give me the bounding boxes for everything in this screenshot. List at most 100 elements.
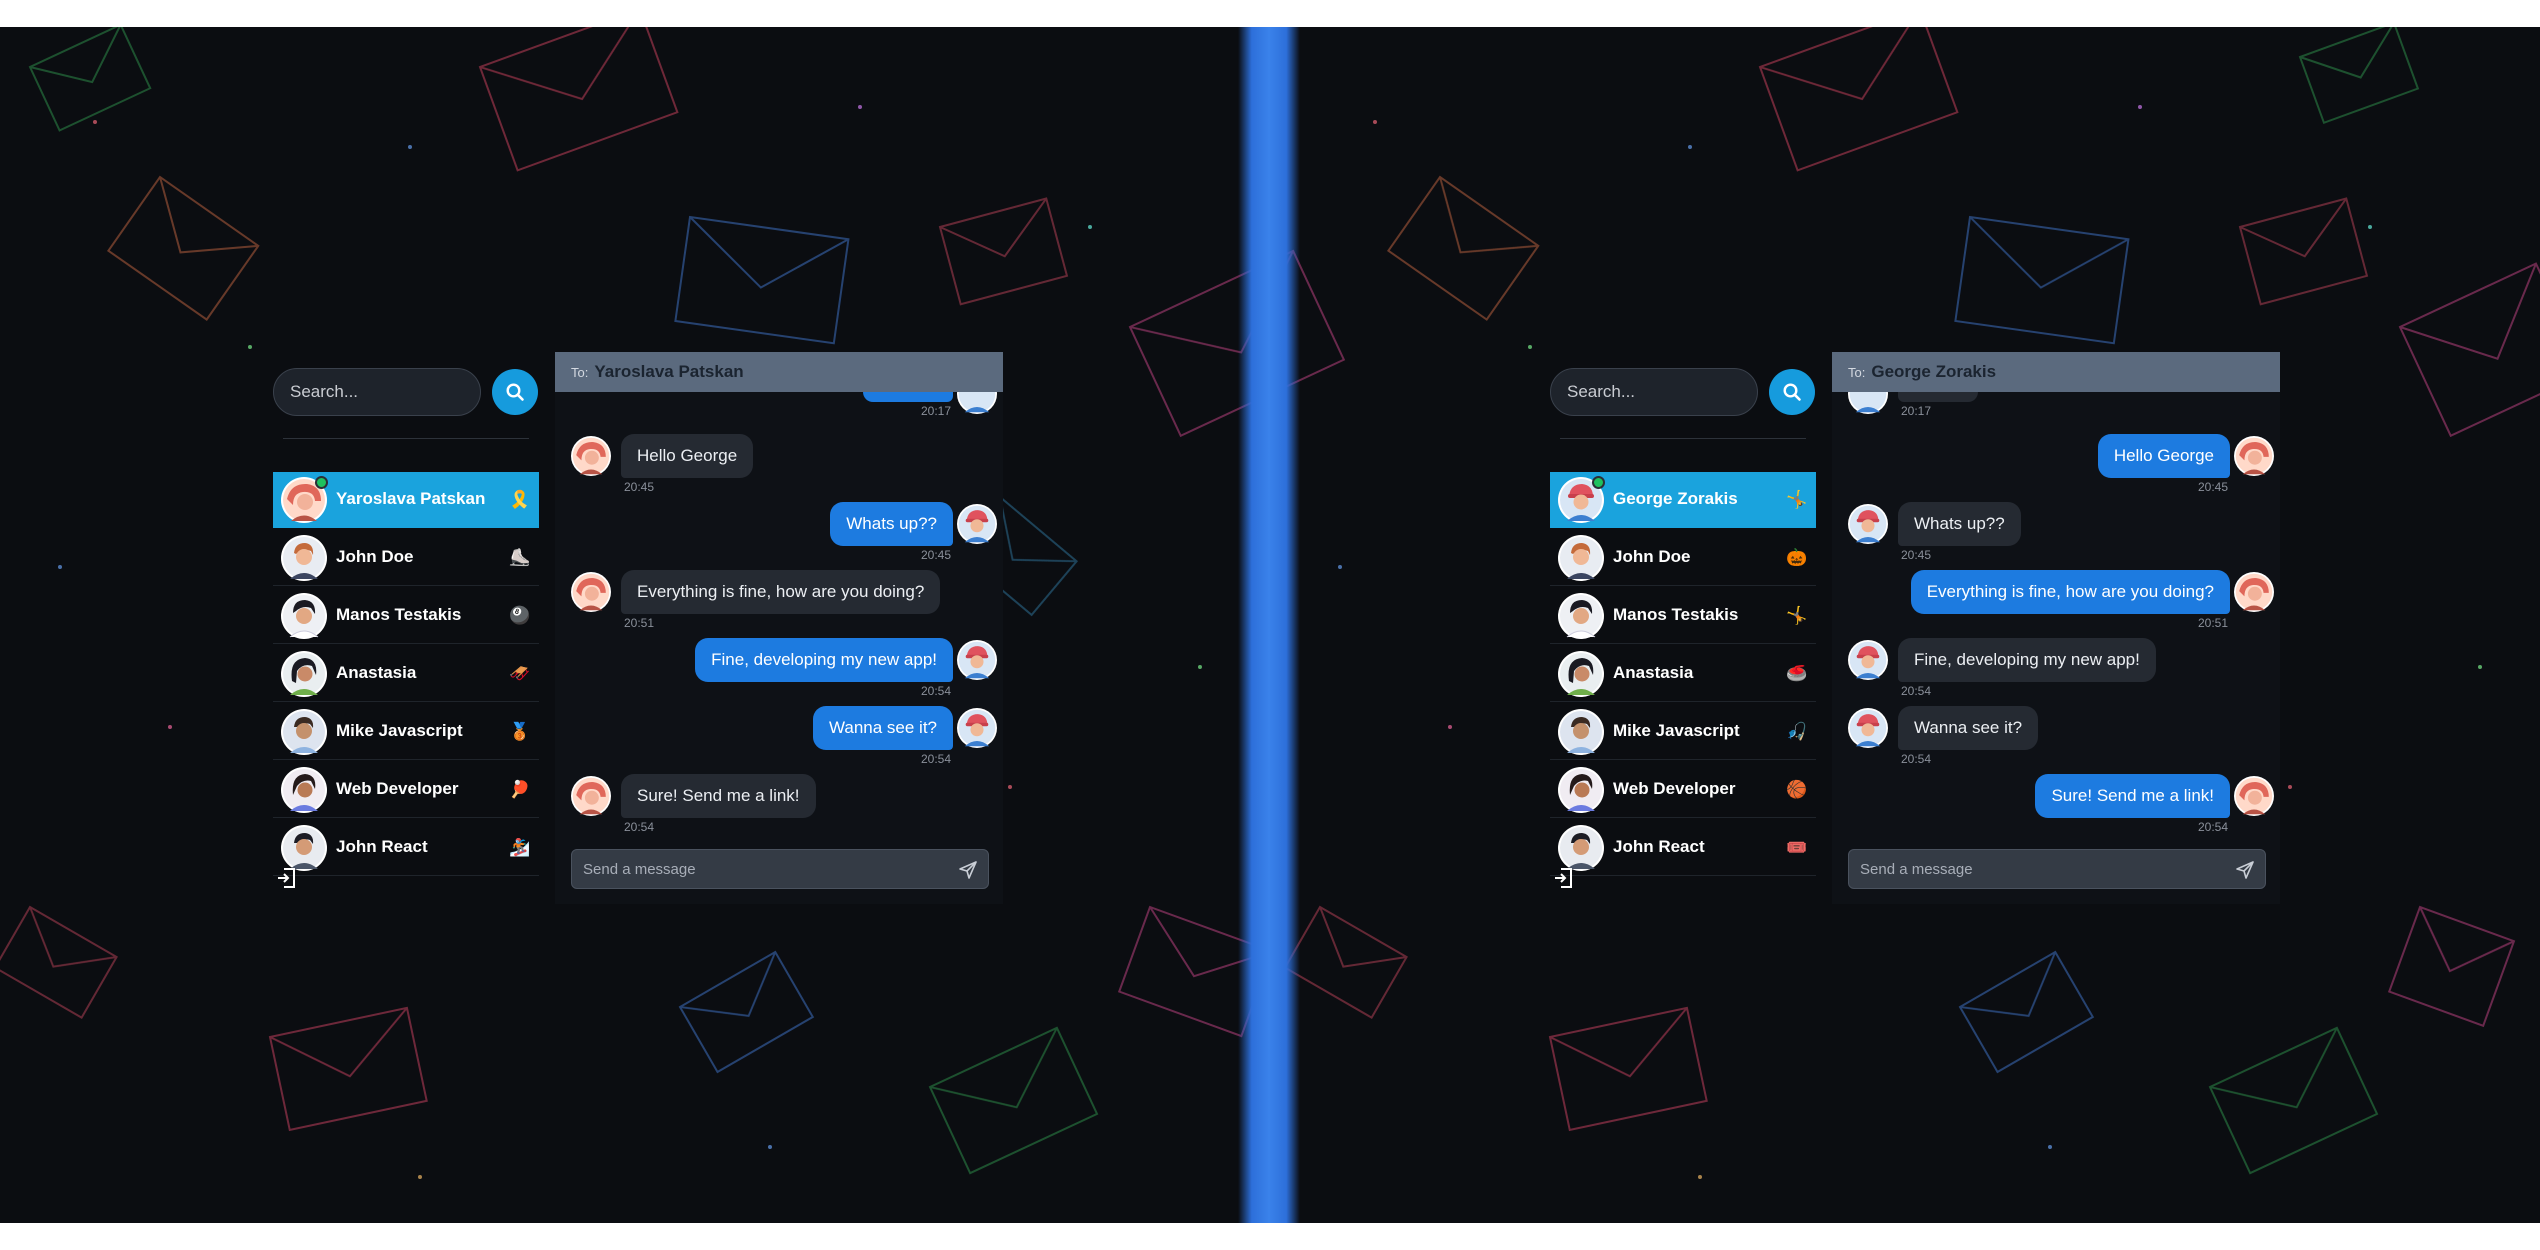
message-time: 20:54 xyxy=(920,752,951,766)
sled-icon: 🛷 xyxy=(509,664,531,684)
contact-item[interactable]: Anastasia 🥌 xyxy=(1550,646,1816,702)
contact-item[interactable]: John Doe 🎃 xyxy=(1550,530,1816,586)
ice-skate-icon: ⛸️ xyxy=(509,548,531,568)
contact-item[interactable]: Web Developer 🏓 xyxy=(273,762,539,818)
message-composer xyxy=(571,849,989,889)
avatar xyxy=(2234,776,2274,816)
message-bubble: Hello George xyxy=(2097,434,2230,478)
avatar xyxy=(2234,572,2274,612)
message-time: 20:45 xyxy=(1901,548,1932,562)
contact-name: John React xyxy=(1613,837,1705,856)
message-bubble: Fine, developing my new app! xyxy=(1898,638,2156,682)
snowboarder-icon: 🏂 xyxy=(509,838,531,858)
curling-stone-icon: 🥌 xyxy=(1786,664,1808,684)
message-bubble xyxy=(863,392,953,402)
contact-item[interactable]: John React 🏂 xyxy=(273,820,539,876)
billiard-ball-icon: 🎱 xyxy=(509,606,531,626)
avatar xyxy=(2234,436,2274,476)
send-icon[interactable] xyxy=(2235,860,2255,880)
contact-name: Manos Testakis xyxy=(336,605,462,624)
chat-header: To: George Zorakis xyxy=(1832,352,2280,392)
message-input[interactable] xyxy=(1849,850,2231,888)
bronze-medal-icon: 🥉 xyxy=(509,722,531,742)
message-time: 20:17 xyxy=(1901,404,1932,418)
contact-item[interactable]: Manos Testakis 🎱 xyxy=(273,588,539,644)
avatar xyxy=(571,436,611,476)
avatar xyxy=(1558,593,1604,639)
search-input[interactable] xyxy=(1550,368,1758,416)
message-item: Hello George 20:45 xyxy=(555,434,1003,502)
message-time: 20:54 xyxy=(1901,752,1932,766)
avatar xyxy=(1558,825,1604,871)
online-indicator xyxy=(315,476,328,489)
avatar xyxy=(1848,392,1888,414)
message-list: 20:17 Hello George 20:45 Whats up?? 20:4… xyxy=(1832,392,2280,832)
search-icon xyxy=(506,383,524,401)
contact-name: Mike Javascript xyxy=(1613,721,1740,740)
contact-item[interactable]: John React 🎟️ xyxy=(1550,820,1816,876)
right-chat-app: George Zorakis 🤸 John Doe 🎃 Manos Testak… xyxy=(1550,352,2280,904)
message-bubble: Sure! Send me a link! xyxy=(621,774,816,818)
contact-item[interactable]: Yaroslava Patskan 🎗️ xyxy=(273,472,539,528)
message-bubble: Everything is fine, how are you doing? xyxy=(1910,570,2230,614)
message-time: 20:51 xyxy=(624,616,655,630)
contact-name: George Zorakis xyxy=(1613,489,1738,508)
search-bar xyxy=(1550,368,1816,418)
contact-item[interactable]: Web Developer 🏀 xyxy=(1550,762,1816,818)
avatar xyxy=(1848,708,1888,748)
sidebar: George Zorakis 🤸 John Doe 🎃 Manos Testak… xyxy=(1550,352,1816,904)
search-button[interactable] xyxy=(1769,369,1815,415)
search-input[interactable] xyxy=(273,368,481,416)
contact-name: Anastasia xyxy=(1613,663,1694,682)
message-item: Wanna see it? 20:54 xyxy=(1832,706,2280,774)
message-bubble: Fine, developing my new app! xyxy=(695,638,953,682)
message-input[interactable] xyxy=(572,850,954,888)
to-label: To: xyxy=(571,364,589,380)
chat-window: To: Yaroslava Patskan 20:17 Hello George… xyxy=(555,352,1003,904)
chat-window: To: George Zorakis 20:17 Hello George 20… xyxy=(1832,352,2280,904)
message-item: Wanna see it? 20:54 xyxy=(555,706,1003,774)
avatar xyxy=(1848,504,1888,544)
online-indicator xyxy=(1592,476,1605,489)
message-bubble: Hello George xyxy=(621,434,754,478)
contact-item[interactable]: Mike Javascript 🥉 xyxy=(273,704,539,760)
logout-icon[interactable] xyxy=(277,867,297,889)
contact-name: Mike Javascript xyxy=(336,721,463,740)
contact-list: George Zorakis 🤸 John Doe 🎃 Manos Testak… xyxy=(1550,472,1816,878)
search-bar xyxy=(273,368,539,418)
contact-item[interactable]: Manos Testakis 🤸 xyxy=(1550,588,1816,644)
sidebar-separator xyxy=(283,438,529,439)
ticket-icon: 🎟️ xyxy=(1786,838,1808,858)
contact-item[interactable]: Mike Javascript 🎣 xyxy=(1550,704,1816,760)
recipient-name: Yaroslava Patskan xyxy=(594,362,744,381)
avatar xyxy=(281,535,327,581)
pumpkin-icon: 🎃 xyxy=(1786,548,1808,568)
message-bubble: Everything is fine, how are you doing? xyxy=(621,570,941,614)
message-item: Everything is fine, how are you doing? 2… xyxy=(1832,570,2280,638)
message-time: 20:17 xyxy=(920,404,951,418)
fishing-icon: 🎣 xyxy=(1786,722,1808,742)
message-bubble: Whats up?? xyxy=(1898,502,2021,546)
contact-item[interactable]: Anastasia 🛷 xyxy=(273,646,539,702)
message-item: Hello George 20:45 xyxy=(1832,434,2280,502)
contact-item[interactable]: John Doe ⛸️ xyxy=(273,530,539,586)
search-button[interactable] xyxy=(492,369,538,415)
message-item: Sure! Send me a link! 20:54 xyxy=(555,774,1003,832)
ping-pong-icon: 🏓 xyxy=(509,780,531,800)
message-time: 20:54 xyxy=(2197,820,2228,832)
contact-item[interactable]: George Zorakis 🤸 xyxy=(1550,472,1816,528)
message-time: 20:45 xyxy=(624,480,655,494)
contact-name: John React xyxy=(336,837,428,856)
logout-icon[interactable] xyxy=(1554,867,1574,889)
contact-name: Anastasia xyxy=(336,663,417,682)
to-label: To: xyxy=(1848,364,1866,380)
basketball-icon: 🏀 xyxy=(1786,780,1808,800)
send-icon[interactable] xyxy=(958,860,978,880)
contact-list: Yaroslava Patskan 🎗️ John Doe ⛸️ Manos T… xyxy=(273,472,539,878)
message-time: 20:54 xyxy=(624,820,655,832)
search-icon xyxy=(1783,383,1801,401)
message-composer xyxy=(1848,849,2266,889)
avatar xyxy=(1558,535,1604,581)
message-bubble: Sure! Send me a link! xyxy=(2035,774,2230,818)
recipient-name: George Zorakis xyxy=(1871,362,1997,381)
